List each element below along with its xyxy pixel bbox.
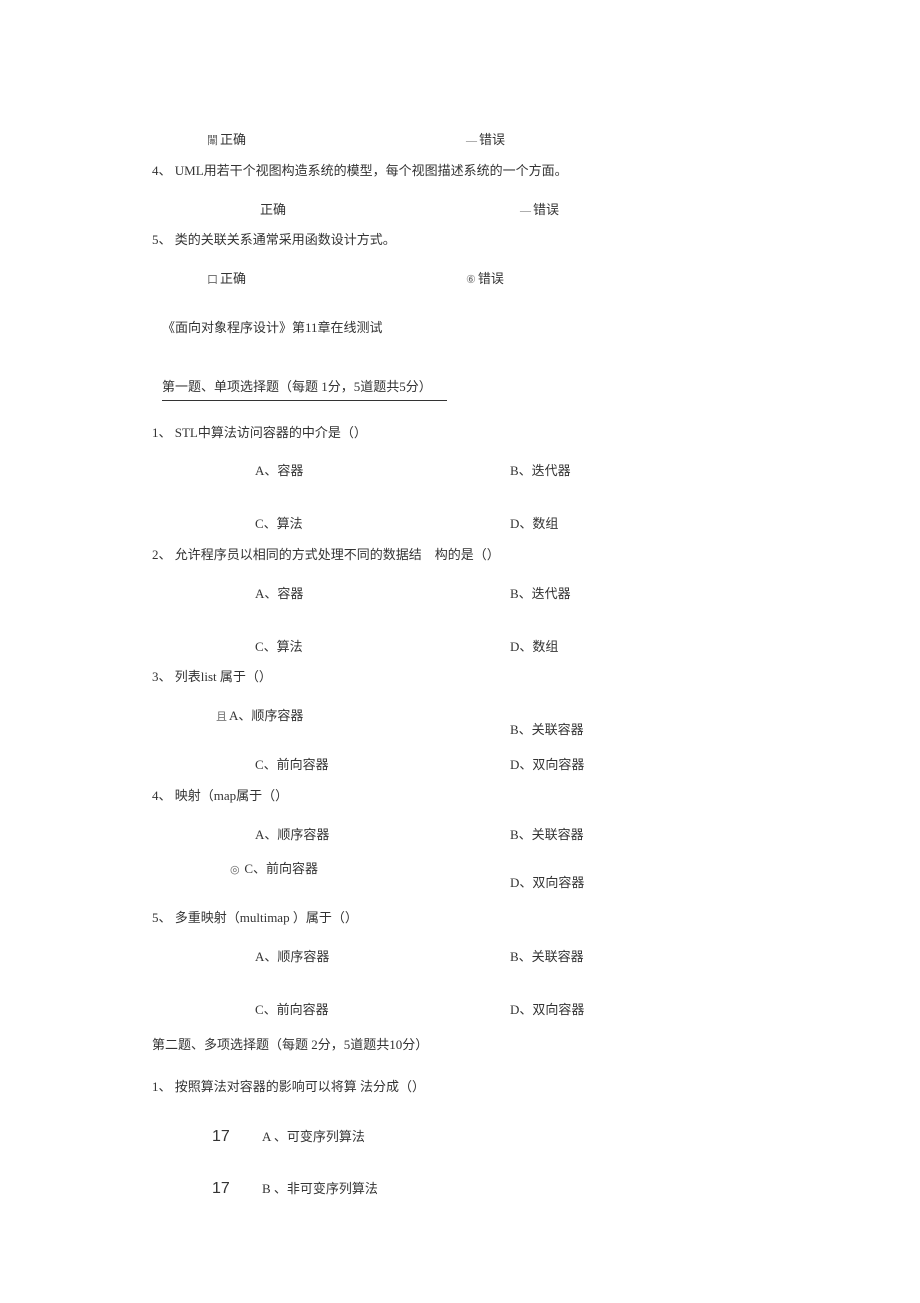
mark-prefix-icon: 且 [216, 711, 227, 723]
s1q4-row1: A、顺序容器 B、关联容器 [152, 825, 780, 846]
s1-q3: 3、 列表list 属于（） [152, 667, 780, 688]
s1-q5: 5、 多重映射（multimap ）属于（） [152, 908, 780, 929]
option-d[interactable]: D、数组 [510, 514, 780, 535]
question-5-prev: 5、 类的关联关系通常采用函数设计方式。 [152, 230, 780, 251]
s1q2-row2: C、算法 D、数组 [152, 637, 780, 658]
option-c-label: C、前向容器 [244, 861, 318, 876]
tf-correct[interactable]: 闈正确 [152, 130, 466, 151]
s2-q1: 1、 按照算法对容器的影响可以将算 法分成（） [152, 1077, 780, 1098]
mark-icon: 闈 [207, 135, 218, 147]
option-a[interactable]: A、顺序容器 [152, 825, 510, 846]
option-a-label: A 、可变序列算法 [262, 1127, 365, 1148]
option-a[interactable]: A、容器 [152, 584, 510, 605]
s1q3-row1: 且A、顺序容器 B、关联容器 [152, 706, 780, 741]
tf-wrong[interactable]: —错误 [466, 130, 780, 151]
s1-q1: 1、 STL中算法访问容器的中介是（） [152, 423, 780, 444]
tf-row-q5: 口正确 ⑥错误 [152, 269, 780, 290]
option-c[interactable]: C、算法 [152, 637, 510, 658]
s1q5-row1: A、顺序容器 B、关联容器 [152, 947, 780, 968]
option-b[interactable]: B、迭代器 [510, 584, 780, 605]
s1q1-row1: A、容器 B、迭代器 [152, 461, 780, 482]
s1q4-row2: ◎ C、前向容器 D、双向容器 [152, 859, 780, 894]
tf-correct[interactable]: 正确 [152, 200, 466, 221]
tf-wrong-label: 错误 [479, 132, 505, 147]
s1q3-row2: C、前向容器 D、双向容器 [152, 755, 780, 776]
dash-icon: — [520, 205, 531, 217]
s2q1-option-a[interactable]: 17 A 、可变序列算法 [152, 1124, 780, 1150]
s1-q4: 4、 映射（map属于（） [152, 786, 780, 807]
option-d[interactable]: D、双向容器 [510, 755, 780, 776]
option-d[interactable]: D、双向容器 [510, 859, 780, 894]
tf-wrong[interactable]: ⑥错误 [466, 269, 780, 290]
section-2-header: 第二题、多项选择题（每题 2分，5道题共10分） [152, 1035, 780, 1056]
option-d[interactable]: D、双向容器 [510, 1000, 780, 1021]
tf-correct-label: 正确 [220, 271, 246, 286]
tf-wrong-label: 错误 [533, 202, 559, 217]
s2q1-option-b[interactable]: 17 B 、非可变序列算法 [152, 1176, 780, 1202]
option-b[interactable]: B、迭代器 [510, 461, 780, 482]
tf-correct-label: 正确 [260, 202, 286, 217]
chapter-title: 《面向对象程序设计》第11章在线测试 [162, 318, 780, 339]
option-a-marked[interactable]: 且A、顺序容器 [152, 706, 510, 741]
option-a[interactable]: A、容器 [152, 461, 510, 482]
tf-correct[interactable]: 口正确 [152, 269, 466, 290]
option-a-label: A、顺序容器 [229, 708, 303, 723]
s1-q2: 2、 允许程序员以相同的方式处理不同的数据结 构的是（） [152, 545, 780, 566]
tf-wrong-label: 错误 [478, 271, 504, 286]
option-c[interactable]: C、算法 [152, 514, 510, 535]
option-d[interactable]: D、数组 [510, 637, 780, 658]
question-4-prev: 4、 UML用若干个视图构造系统的模型，每个视图描述系统的一个方面。 [152, 161, 780, 182]
option-b-label: B 、非可变序列算法 [262, 1179, 378, 1200]
dash-icon: — [466, 135, 477, 147]
option-num: 17 [212, 1176, 262, 1202]
option-num: 17 [212, 1124, 262, 1150]
option-c[interactable]: C、前向容器 [152, 755, 510, 776]
s1q1-row2: C、算法 D、数组 [152, 514, 780, 535]
tf-row-q3-prev: 闈正确 —错误 [152, 130, 780, 151]
section-1-header: 第一题、单项选择题（每题 1分，5道题共5分） [162, 377, 447, 401]
tf-row-q4: 正确 —错误 [152, 200, 780, 221]
option-c-marked[interactable]: ◎ C、前向容器 [152, 859, 510, 894]
option-c[interactable]: C、前向容器 [152, 1000, 510, 1021]
option-b[interactable]: B、关联容器 [510, 825, 780, 846]
tf-correct-label: 正确 [220, 132, 246, 147]
s1q5-row2: C、前向容器 D、双向容器 [152, 1000, 780, 1021]
circle-6-icon: ⑥ [466, 274, 476, 286]
tf-wrong[interactable]: —错误 [466, 200, 780, 221]
s1q2-row1: A、容器 B、迭代器 [152, 584, 780, 605]
option-a[interactable]: A、顺序容器 [152, 947, 510, 968]
circle-mark-icon: ◎ [230, 864, 242, 876]
option-b[interactable]: B、关联容器 [510, 947, 780, 968]
option-b[interactable]: B、关联容器 [510, 706, 780, 741]
box-icon: 口 [207, 274, 218, 286]
